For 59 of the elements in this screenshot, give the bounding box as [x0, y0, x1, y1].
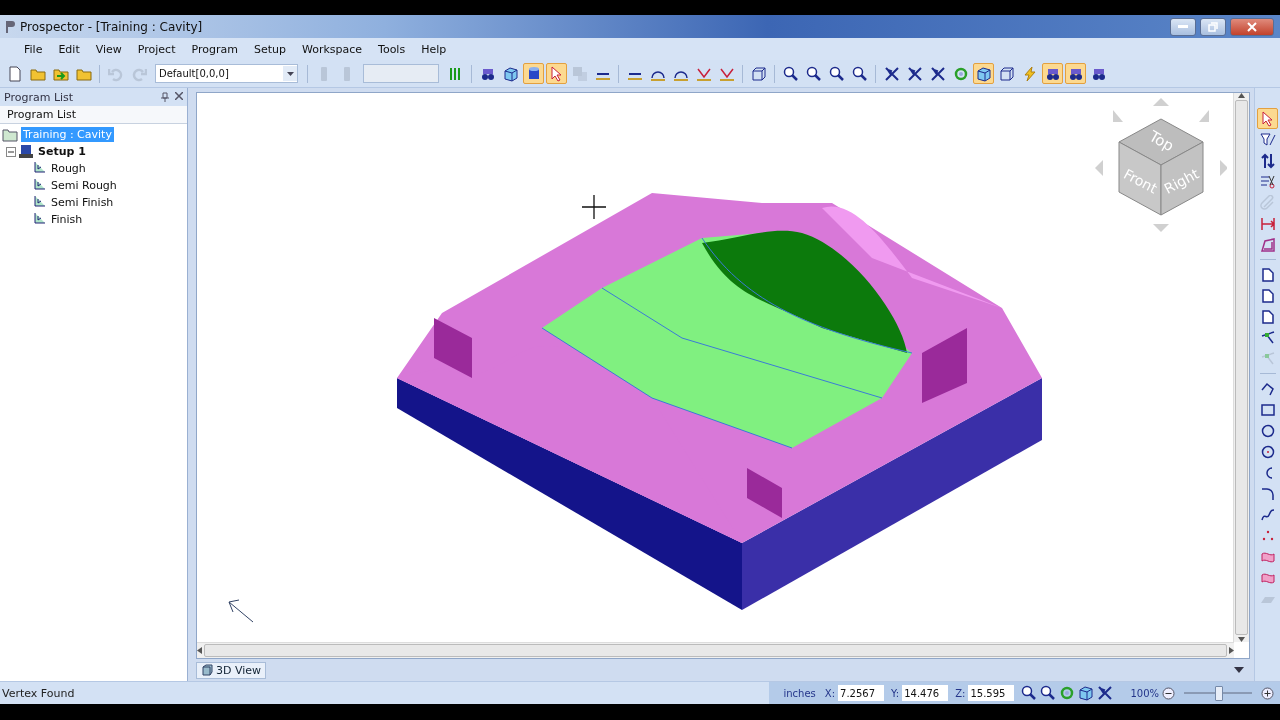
tree-item[interactable]: Setup 1	[36, 144, 88, 159]
axis-label: Y:	[891, 687, 900, 699]
pin-icon[interactable]	[161, 92, 169, 102]
status-message: Vertex Found	[1, 686, 75, 700]
window-title: Prospector - [Training : Cavity]	[20, 19, 204, 34]
coordinate-field: 14.476	[902, 685, 949, 701]
close-button[interactable]	[1230, 17, 1274, 36]
scroll-thumb[interactable]	[204, 644, 1227, 657]
units-label: inches	[783, 687, 816, 699]
zoom-percent: 100%	[1130, 687, 1159, 699]
zoom-icon[interactable]	[1040, 685, 1057, 701]
restore-button[interactable]	[1200, 17, 1226, 36]
tree-item[interactable]: Semi Rough	[49, 178, 119, 193]
tree-item[interactable]: Finish	[49, 212, 85, 227]
coordinate-field: 7.2567	[838, 685, 884, 701]
caret-icon[interactable]	[286, 71, 294, 76]
menu-item[interactable]: Help	[413, 42, 455, 56]
crosshair-icon	[582, 195, 606, 219]
view-tab[interactable]: 3D View	[196, 661, 267, 679]
menu-item[interactable]: Setup	[245, 42, 294, 56]
scroll-up-icon[interactable]	[1238, 93, 1245, 98]
minimize-icon	[1178, 24, 1188, 29]
close-icon	[1247, 21, 1257, 32]
slider-thumb[interactable]	[1215, 685, 1223, 701]
menu-item[interactable]: Workspace	[293, 42, 371, 56]
restore-icon	[1208, 21, 1218, 32]
vertical-scrollbar[interactable]	[1233, 93, 1249, 642]
menu-item[interactable]: File	[16, 42, 51, 56]
panel-title: Program List	[4, 90, 74, 104]
value-field[interactable]	[363, 64, 439, 83]
menu-item[interactable]: Tools	[370, 42, 414, 56]
axis-label: Z:	[955, 687, 966, 699]
folder-icon	[2, 127, 18, 142]
menu-item[interactable]: Edit	[50, 42, 88, 56]
scroll-thumb[interactable]	[1235, 100, 1248, 635]
app-icon	[4, 19, 16, 34]
zoom-in-button[interactable]	[1261, 686, 1274, 700]
scroll-left-icon[interactable]	[197, 647, 202, 654]
menu-item[interactable]: Program	[183, 42, 246, 56]
close-icon[interactable]	[175, 92, 183, 100]
dropdown-arrow-icon[interactable]	[1234, 667, 1244, 673]
menu-item[interactable]: Project	[129, 42, 184, 56]
scroll-right-icon[interactable]	[1229, 647, 1234, 654]
zoom-icon[interactable]	[1021, 685, 1038, 701]
tree-item[interactable]: Semi Finish	[49, 195, 116, 210]
configuration-dropdown[interactable]: Default[0,0,0]	[155, 64, 298, 83]
column-header: Program List	[0, 106, 187, 124]
axis-label: X:	[824, 687, 835, 699]
scroll-down-icon[interactable]	[1238, 637, 1245, 642]
horizontal-scrollbar[interactable]	[197, 642, 1234, 658]
machine-icon	[19, 144, 33, 159]
menu-item[interactable]: View	[87, 42, 130, 56]
tree-item[interactable]: Rough	[49, 161, 88, 176]
minimize-button[interactable]	[1170, 17, 1196, 36]
zoom-out-button[interactable]	[1162, 686, 1175, 700]
cube-icon[interactable]	[1078, 685, 1095, 701]
cube-icon	[201, 664, 213, 676]
tool-icon[interactable]	[1097, 685, 1114, 701]
coordinate-field: 15.595	[968, 685, 1015, 701]
